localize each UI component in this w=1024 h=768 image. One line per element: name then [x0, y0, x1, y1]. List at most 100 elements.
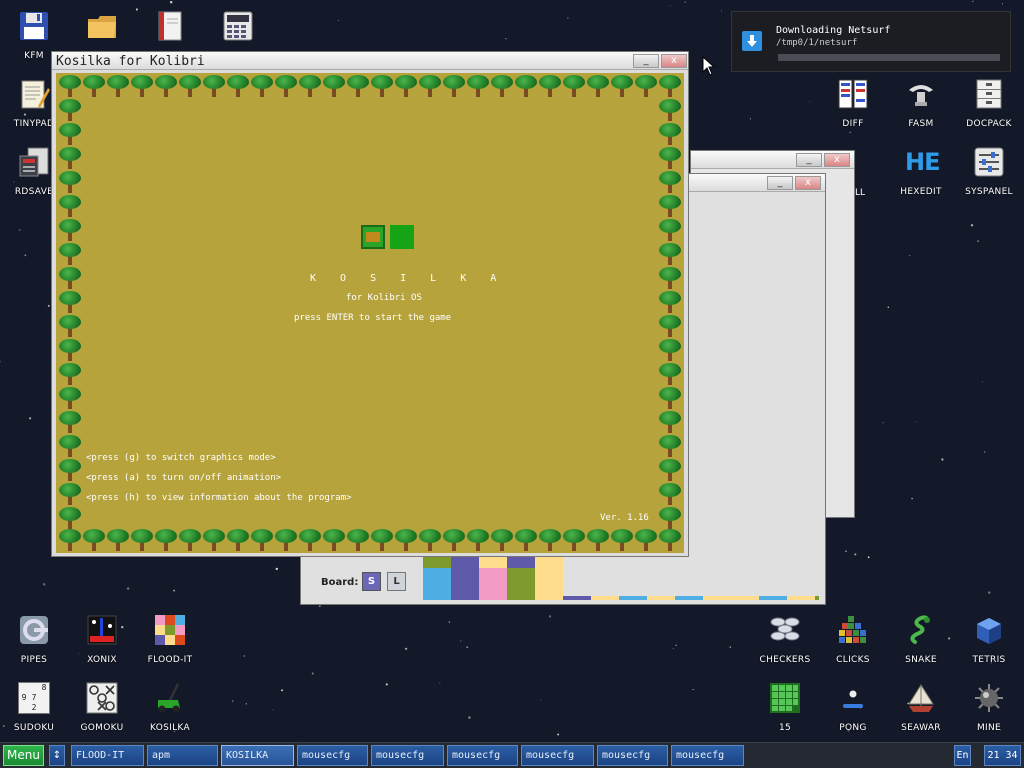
close-button[interactable]: x: [824, 153, 850, 167]
board-small-button[interactable]: S: [362, 572, 381, 591]
taskbar-item[interactable]: KOSILKA: [221, 745, 294, 766]
updown-icon[interactable]: ↕: [49, 745, 65, 766]
minimize-button[interactable]: _: [767, 176, 793, 190]
flood-tile[interactable]: [759, 596, 787, 600]
seawar-icon: [905, 682, 937, 714]
download-arrow-icon: [742, 31, 762, 51]
desktop-icon-checkers[interactable]: CHECKERS: [753, 614, 817, 676]
taskbar: Menu ↕ FLOOD-IT apm KOSILKA mousecfg mousecf…: [0, 742, 1024, 768]
flood-tile[interactable]: [563, 596, 591, 600]
flood-tile[interactable]: [451, 568, 479, 596]
flood-tile[interactable]: [423, 596, 451, 600]
taskbar-item[interactable]: mousecfg: [597, 745, 668, 766]
flood-tile[interactable]: [787, 596, 815, 600]
tree-sprite: [418, 74, 442, 98]
tree-sprite: [658, 74, 682, 98]
tree-sprite: [394, 74, 418, 98]
tree-sprite: [562, 528, 586, 552]
hexedit-glyph: HE: [905, 148, 940, 176]
book-icon: [154, 10, 186, 42]
flood-tile[interactable]: [731, 596, 759, 600]
flood-tile[interactable]: [423, 568, 451, 596]
tree-sprite: [226, 528, 250, 552]
menu-button[interactable]: Menu: [3, 745, 44, 766]
flood-tile[interactable]: [507, 596, 535, 600]
clock[interactable]: 21 34: [984, 745, 1021, 766]
desktop-icon-gomoku[interactable]: GOMOKU: [70, 682, 134, 744]
kosilka-titlebar[interactable]: Kosilka for Kolibri _ x: [52, 52, 688, 70]
background-window-titlebar[interactable]: _ x: [691, 151, 854, 169]
pipes-icon: [18, 614, 50, 646]
desktop-icon-hexedit[interactable]: HE HEXEDIT: [889, 146, 953, 208]
desktop-icon-tetris[interactable]: TETRIS: [957, 614, 1021, 676]
minimize-button[interactable]: _: [633, 54, 659, 68]
flood-tile[interactable]: [815, 596, 819, 600]
desktop-icon-syspanel[interactable]: SYSPANEL: [957, 146, 1021, 208]
desktop-icon-fasm[interactable]: FASM: [889, 78, 953, 140]
desktop-icon-clicks[interactable]: CLICKS: [821, 614, 885, 676]
start-hint: press ENTER to start the game: [294, 313, 452, 323]
taskbar-item[interactable]: mousecfg: [521, 745, 594, 766]
game-field[interactable]: K O S I L K A for Kolibri OS press ENTER…: [56, 73, 684, 553]
desktop-icon-docpack[interactable]: DOCPACK: [957, 78, 1021, 140]
tree-sprite: [658, 266, 682, 290]
tree-sprite: [610, 74, 634, 98]
taskbar-item[interactable]: FLOOD-IT: [71, 745, 144, 766]
desktop-icon-diff[interactable]: DIFF: [821, 78, 885, 140]
flood-tile[interactable]: [591, 596, 619, 600]
syspanel-icon: [973, 146, 1005, 178]
desktop-icon-mine[interactable]: MINE: [957, 682, 1021, 744]
flood-tile[interactable]: [507, 568, 535, 596]
tree-sprite: [202, 74, 226, 98]
flood-tile[interactable]: [535, 568, 563, 596]
board-large-button[interactable]: L: [387, 572, 406, 591]
taskbar-item[interactable]: mousecfg: [371, 745, 444, 766]
desktop-icon-fifteen[interactable]: 15: [753, 682, 817, 744]
tree-sprite: [130, 74, 154, 98]
desktop-icon-xonix[interactable]: XONIX: [70, 614, 134, 676]
tree-sprite: [202, 528, 226, 552]
flood-tile[interactable]: [703, 596, 731, 600]
desktop-icon-sudoku[interactable]: 8 97 2 SUDOKU: [2, 682, 66, 744]
desktop-icon-kosilka[interactable]: KOSILKA: [138, 682, 202, 744]
close-button[interactable]: x: [795, 176, 821, 190]
desktop-icon-label: SUDOKU: [13, 723, 55, 733]
flood-tile[interactable]: [619, 596, 647, 600]
flood-tile[interactable]: [535, 596, 563, 600]
close-button[interactable]: x: [661, 54, 687, 68]
taskbar-item[interactable]: mousecfg: [297, 745, 368, 766]
tree-sprite: [58, 122, 82, 146]
tree-sprite: [658, 242, 682, 266]
taskbar-item[interactable]: mousecfg: [671, 745, 744, 766]
desktop-icon-flood-it[interactable]: FLOOD-IT: [138, 614, 202, 676]
folder-icon: [86, 10, 118, 42]
tree-sprite: [58, 314, 82, 338]
desktop-icon-seawar[interactable]: SEAWAR: [889, 682, 953, 744]
desktop-icon-pong[interactable]: PONG: [821, 682, 885, 744]
desktop-icon-snake[interactable]: SNAKE: [889, 614, 953, 676]
tree-sprite: [154, 528, 178, 552]
flood-tile[interactable]: [675, 596, 703, 600]
language-indicator[interactable]: En: [954, 745, 971, 766]
tree-sprite: [394, 528, 418, 552]
taskbar-item[interactable]: mousecfg: [447, 745, 518, 766]
desktop-icon-pipes[interactable]: PIPES: [2, 614, 66, 676]
flood-tile[interactable]: [479, 568, 507, 596]
tree-sprite: [298, 74, 322, 98]
checkers-icon: [769, 614, 801, 646]
taskbar-item[interactable]: apm: [147, 745, 218, 766]
download-notification[interactable]: Downloading Netsurf /tmp0/1/netsurf: [731, 11, 1011, 72]
tree-sprite: [658, 338, 682, 362]
gomoku-icon: [86, 682, 118, 714]
tree-sprite: [658, 434, 682, 458]
flood-tile[interactable]: [647, 596, 675, 600]
kosilka-window[interactable]: Kosilka for Kolibri _ x K O S I L K A fo…: [51, 51, 689, 557]
flood-tile[interactable]: [451, 596, 479, 600]
tree-sprite: [58, 74, 82, 98]
clicks-icon: [837, 614, 869, 646]
minimize-button[interactable]: _: [796, 153, 822, 167]
tree-sprite: [58, 290, 82, 314]
flood-tile[interactable]: [479, 596, 507, 600]
tree-sprite: [658, 314, 682, 338]
desktop-icon-label: PONG: [839, 723, 867, 733]
